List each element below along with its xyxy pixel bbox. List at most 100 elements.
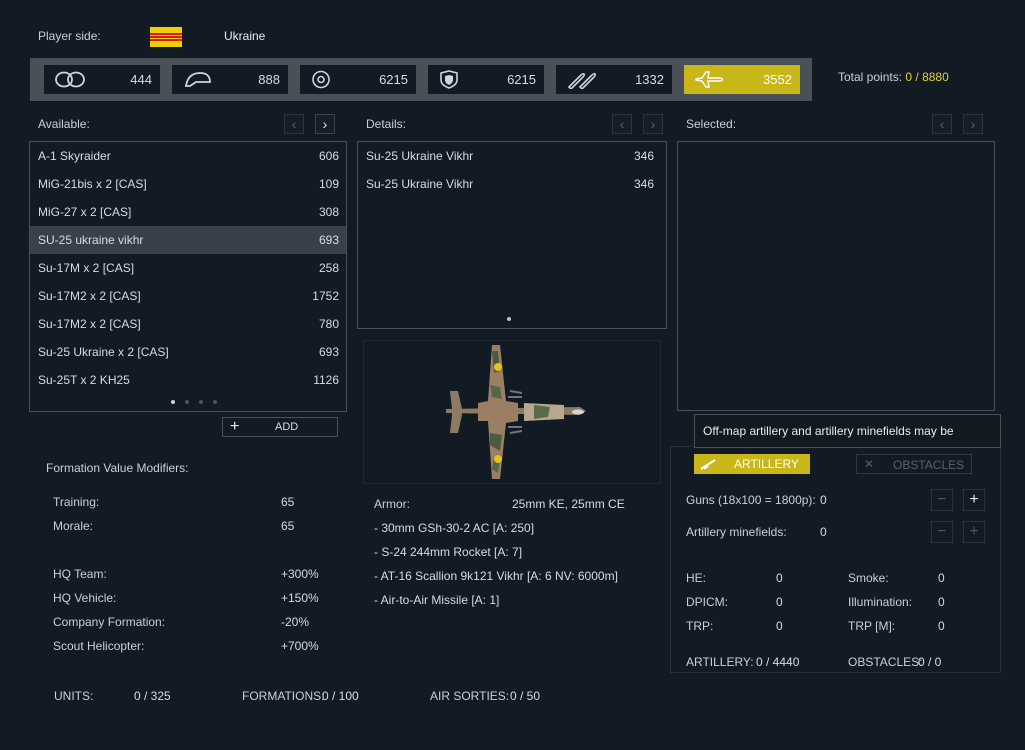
support-panel (670, 446, 1001, 673)
item-value: 780 (318, 317, 339, 331)
list-item[interactable]: Su-25 Ukraine x 2 [CAS] 693 (30, 338, 346, 366)
modifier-value: +150% (281, 591, 319, 605)
page-dots[interactable] (166, 398, 222, 404)
category-defense[interactable]: 6215 (428, 65, 544, 94)
details-title: Details: (366, 117, 407, 131)
item-value: 308 (318, 205, 339, 219)
ammo-icon (567, 72, 597, 89)
guns-value: 0 (820, 493, 827, 507)
category-armor[interactable]: 6215 (300, 65, 416, 94)
list-item[interactable]: Su-25 Ukraine Vikhr 346 (358, 142, 666, 170)
item-value: 1126 (313, 373, 339, 387)
units-label: UNITS: (54, 689, 94, 703)
he-label: HE: (686, 571, 707, 585)
category-recon[interactable]: 444 (44, 65, 160, 94)
flag-icon (150, 27, 182, 47)
page-dots[interactable] (502, 315, 516, 321)
total-points-value: 0 / 8880 (905, 70, 949, 84)
list-item[interactable]: MiG-21bis x 2 [CAS] 109 (30, 170, 346, 198)
category-bar: 444 888 6215 6215 1332 3552 (30, 58, 812, 101)
item-name: Su-17M2 x 2 [CAS] (38, 317, 141, 331)
modifier-value: +300% (281, 567, 319, 581)
list-item-selected[interactable]: SU-25 ukraine vikhr 693 (30, 226, 346, 254)
tab-artillery-label: ARTILLERY (734, 457, 799, 471)
item-value: 693 (318, 233, 339, 247)
item-name: Su-25T x 2 KH25 (38, 373, 130, 387)
item-value: 1752 (312, 289, 339, 303)
minefields-value: 0 (820, 525, 827, 539)
tab-obstacles[interactable]: ✕ OBSTACLES (856, 454, 972, 474)
category-air[interactable]: 3552 (684, 65, 800, 94)
unit-image (363, 340, 661, 484)
item-value: 346 (633, 149, 654, 163)
add-button[interactable]: + ADD (222, 417, 338, 437)
item-name: Su-25 Ukraine Vikhr (366, 149, 474, 163)
su25-aircraft-image (446, 345, 586, 479)
guns-minus-button[interactable]: − (931, 489, 953, 511)
available-prev-button[interactable]: ‹ (284, 114, 304, 134)
add-label: ADD (275, 421, 299, 433)
trp-m-label: TRP [M]: (848, 619, 896, 633)
item-name: Su-25 Ukraine x 2 [CAS] (38, 345, 169, 359)
category-value: 6215 (507, 72, 536, 87)
list-item[interactable]: A-1 Skyraider 606 (30, 142, 346, 170)
category-value: 888 (258, 72, 280, 87)
armor-value: 25mm KE, 25mm CE (512, 497, 625, 511)
weapon-line: - AT-16 Scallion 9k121 Vikhr [A: 6 NV: 6… (374, 569, 618, 583)
item-name: A-1 Skyraider (38, 149, 111, 163)
sorties-label: AIR SORTIES: (430, 689, 510, 703)
item-name: Su-17M x 2 [CAS] (38, 261, 135, 275)
tooltip: Off-map artillery and artillery minefiel… (694, 414, 1001, 470)
available-next-button[interactable]: › (315, 114, 335, 134)
modifier-label: Scout Helicopter: (53, 639, 145, 653)
aircraft-icon (695, 71, 724, 88)
details-next-button[interactable]: › (643, 114, 663, 134)
modifier-label: Training: (53, 495, 100, 509)
list-item[interactable]: MiG-27 x 2 [CAS] 308 (30, 198, 346, 226)
list-item[interactable]: Su-17M2 x 2 [CAS] 1752 (30, 282, 346, 310)
selected-list (677, 141, 995, 411)
list-item[interactable]: Su-25 Ukraine Vikhr 346 (358, 170, 666, 198)
item-name: MiG-27 x 2 [CAS] (38, 205, 132, 219)
list-item[interactable]: Su-17M x 2 [CAS] 258 (30, 254, 346, 282)
category-value: 1332 (635, 72, 664, 87)
category-value: 444 (130, 72, 152, 87)
total-points-label: Total points: (838, 70, 903, 84)
details-prev-button[interactable]: ‹ (612, 114, 632, 134)
shield-icon (440, 70, 458, 89)
category-ammo[interactable]: 1332 (556, 65, 672, 94)
total-points: Total points: 0 / 8880 (838, 70, 949, 84)
item-name: Su-25 Ukraine Vikhr (366, 177, 474, 191)
selected-next-button[interactable]: › (963, 114, 983, 134)
item-value: 606 (318, 149, 339, 163)
tab-obstacles-label: OBSTACLES (893, 458, 965, 472)
modifier-label: Morale: (53, 519, 94, 533)
tab-artillery[interactable]: ARTILLERY (694, 454, 810, 474)
item-value: 109 (318, 177, 339, 191)
category-value: 6215 (379, 72, 408, 87)
weapon-line: - Air-to-Air Missile [A: 1] (374, 593, 500, 607)
dpicm-label: DPICM: (686, 595, 728, 609)
he-value: 0 (776, 571, 783, 585)
tank-icon (312, 70, 330, 89)
selected-prev-button[interactable]: ‹ (932, 114, 952, 134)
obstacles-total-label: OBSTACLES: (848, 655, 923, 669)
minefields-minus-button[interactable]: − (931, 521, 953, 543)
item-value: 258 (318, 261, 339, 275)
available-list: A-1 Skyraider 606 MiG-21bis x 2 [CAS] 109 … (29, 141, 347, 412)
side-name: Ukraine (224, 29, 266, 43)
guns-plus-button[interactable]: + (963, 489, 985, 511)
modifier-value: 65 (281, 519, 295, 533)
trp-label: TRP: (686, 619, 714, 633)
list-item[interactable]: Su-17M2 x 2 [CAS] 780 (30, 310, 346, 338)
guns-label: Guns (18x100 = 1800p): (686, 493, 816, 507)
weapon-line: - 30mm GSh-30-2 AC [A: 250] (374, 521, 535, 535)
modifier-value: -20% (281, 615, 310, 629)
tools-icon: ✕ (864, 457, 875, 471)
formations-label: FORMATIONS: (242, 689, 325, 703)
category-infantry[interactable]: 888 (172, 65, 288, 94)
list-item[interactable]: Su-25T x 2 KH25 1126 (30, 366, 346, 394)
illumination-label: Illumination: (848, 595, 913, 609)
minefields-plus-button[interactable]: + (963, 521, 985, 543)
modifier-value: +700% (281, 639, 319, 653)
